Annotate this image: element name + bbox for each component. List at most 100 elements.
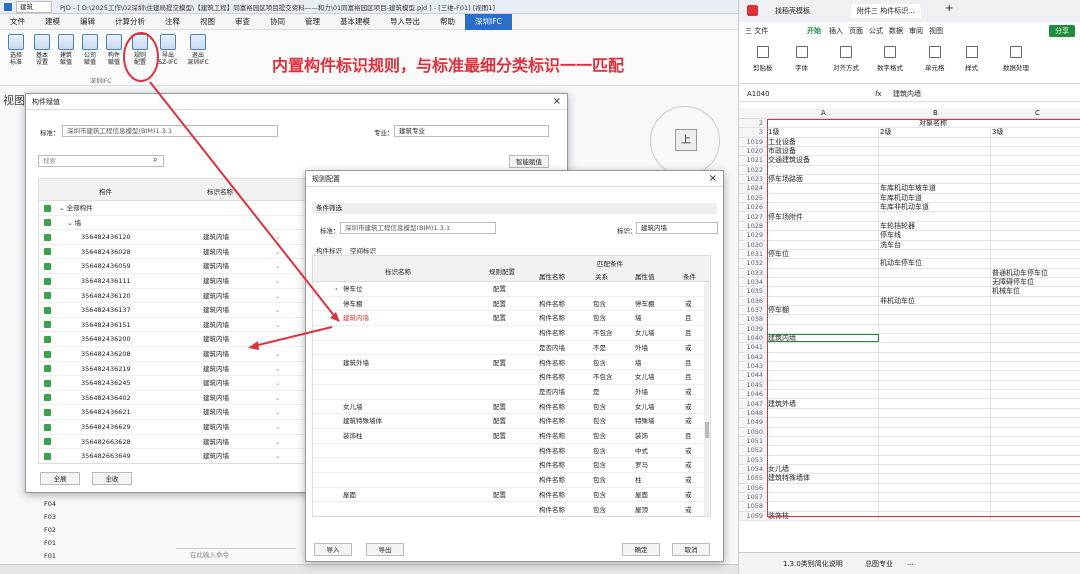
ribbon-button[interactable]: 公司 赋值 [78, 34, 102, 66]
chevron-down-icon[interactable]: ⌄ [275, 420, 280, 434]
chevron-down-icon[interactable]: ⌄ [275, 362, 280, 376]
identifier-name[interactable]: 建筑内墙 [203, 391, 229, 405]
chevron-down-icon[interactable]: ⌄ [275, 347, 280, 361]
identifier-name[interactable]: 建筑内墙 [203, 318, 229, 332]
excel-menu-item[interactable]: 公式 [869, 22, 883, 40]
sheet-tab[interactable]: 1.3.0类别简化说明 [783, 559, 843, 569]
chevron-down-icon[interactable]: ⌄ [275, 289, 280, 303]
chevron-down-icon[interactable]: ⌄ [275, 274, 280, 288]
tab-space[interactable]: 空间标识 [350, 245, 376, 255]
chevron-down-icon[interactable]: ⌄ [275, 405, 280, 419]
new-tab-icon[interactable]: + [945, 3, 953, 14]
rule-row[interactable]: 装饰柱 配置 构件名称 包含 装饰且 [313, 429, 710, 444]
ribbon-button[interactable]: 选择 标准 [4, 34, 28, 66]
chevron-down-icon[interactable]: ⌄ [275, 332, 280, 346]
chevron-down-icon[interactable]: ⌄ [275, 449, 280, 463]
rule-row[interactable]: 建筑外墙 配置 构件名称 包含墙且 [313, 356, 710, 371]
identifier-name[interactable]: 建筑内墙 [203, 420, 229, 434]
col-b[interactable]: B [933, 108, 938, 119]
rule-row[interactable]: 是否内墙 不是 外墙或 [313, 341, 710, 356]
identifier-name[interactable]: 建筑内墙 [203, 347, 229, 361]
excel-menu-item[interactable]: 开始 [807, 22, 821, 40]
excel-menu-item[interactable]: 三 文件 [745, 22, 768, 40]
ribbon-button[interactable]: 构件 赋值 [102, 34, 126, 66]
tab-document[interactable]: 附件三 构件标识... [851, 4, 921, 18]
import-button[interactable]: 导入 [314, 543, 352, 556]
cancel-button[interactable]: 取消 [672, 543, 710, 556]
checkbox[interactable] [44, 233, 51, 241]
sheet-tab[interactable]: 总图专业 [865, 559, 893, 569]
excel-menu-item[interactable]: 视图 [929, 22, 943, 40]
excel-tool-button[interactable]: 字体 [795, 46, 808, 72]
checkbox[interactable] [44, 438, 51, 446]
sheet-tab[interactable]: ... [907, 559, 914, 567]
close-icon[interactable]: × [709, 171, 717, 187]
excel-menu-item[interactable]: 插入 [829, 22, 843, 40]
identifier-name[interactable]: 建筑内墙 [203, 274, 229, 288]
chevron-down-icon[interactable]: ⌄ [275, 391, 280, 405]
export-button[interactable]: 导出 [366, 543, 404, 556]
ribbon-button[interactable]: 退出 深圳IFC [186, 34, 210, 66]
scrollbar[interactable] [704, 282, 710, 516]
col-a[interactable]: A [821, 108, 826, 119]
menu-item[interactable]: 编辑 [70, 14, 105, 30]
chevron-down-icon[interactable]: ⌄ [275, 245, 280, 259]
ribbon-button[interactable]: 建筑 赋值 [54, 34, 78, 66]
floor-item[interactable]: F01 [30, 550, 160, 563]
identifier-name[interactable]: 建筑内墙 [203, 303, 229, 317]
cell-reference[interactable]: A1040 [747, 86, 770, 102]
checkbox[interactable] [44, 321, 51, 329]
excel-menu-item[interactable]: 页面 [849, 22, 863, 40]
checkbox[interactable] [44, 423, 51, 431]
identifier-name[interactable]: 建筑内墙 [203, 289, 229, 303]
checkbox[interactable] [44, 408, 51, 416]
excel-tool-button[interactable]: 剪贴板 [753, 46, 773, 72]
view-selector[interactable]: 建筑 [16, 0, 52, 13]
floor-item[interactable]: F03 [30, 511, 160, 524]
sheet-grid[interactable]: 2 对象名称 3 1级 2级 3级 1019 工业设备 1020 市政设备 1021 交通… [739, 119, 1080, 549]
ok-button[interactable]: 确定 [622, 543, 660, 556]
rule-row[interactable]: 构件名称 包含 罗马或 [313, 458, 710, 474]
identifier-name[interactable]: 建筑内墙 [203, 449, 229, 463]
smart-assign-button[interactable]: 智能赋值 [509, 155, 549, 168]
chevron-down-icon[interactable]: ⌄ [275, 318, 280, 332]
floor-item[interactable]: F02 [30, 524, 160, 537]
menu-item[interactable]: 深圳IFC [465, 13, 512, 30]
menu-item[interactable]: 审查 [225, 14, 260, 30]
checkbox[interactable] [44, 335, 51, 343]
rule-row[interactable]: 构件名称 包含柱或 [313, 473, 710, 488]
rule-row[interactable]: 建筑内墙 配置 构件名称 包含墙且 [313, 311, 710, 327]
checkbox[interactable] [44, 394, 51, 402]
chevron-down-icon[interactable]: ⌄ [275, 435, 280, 449]
excel-tool-button[interactable]: 单元格 [925, 46, 945, 72]
checkbox[interactable] [44, 350, 51, 358]
collapse-all-button[interactable]: 全收 [92, 472, 132, 485]
checkbox[interactable] [44, 306, 51, 314]
menu-item[interactable]: 协同 [260, 14, 295, 30]
chevron-down-icon[interactable]: ⌄ [275, 230, 280, 244]
view-cube[interactable]: 上 [650, 106, 720, 176]
excel-tool-button[interactable]: 数据处理 [1003, 46, 1029, 72]
excel-menu-item[interactable]: 审阅 [909, 22, 923, 40]
view-cube-top[interactable]: 上 [675, 129, 697, 151]
identifier-name[interactable]: 建筑内墙 [203, 435, 229, 449]
menu-item[interactable]: 帮助 [430, 14, 465, 30]
major-select[interactable]: 建筑专业 [394, 125, 549, 137]
identifier-name[interactable]: 建筑内墙 [203, 362, 229, 376]
menu-item[interactable]: 建模 [35, 14, 70, 30]
checkbox[interactable] [44, 379, 51, 387]
menu-item[interactable]: 管理 [295, 14, 330, 30]
ribbon-button[interactable]: 基本 设置 [30, 34, 54, 66]
menu-item[interactable]: 导入导出 [380, 14, 430, 30]
expand-icon[interactable]: › [335, 282, 338, 296]
identifier-name[interactable]: 建筑内墙 [203, 259, 229, 273]
ident-input[interactable]: 建筑内墙 [636, 222, 718, 234]
rule-row[interactable]: 构件名称 不包含 女儿墙且 [313, 326, 710, 341]
close-icon[interactable]: × [553, 94, 561, 110]
excel-menu-item[interactable]: 数据 [889, 22, 903, 40]
floor-item[interactable]: F01 [30, 537, 160, 550]
menu-item[interactable]: 注释 [155, 14, 190, 30]
excel-tool-button[interactable]: 样式 [965, 46, 978, 72]
menu-item[interactable]: 视图 [190, 14, 225, 30]
chevron-down-icon[interactable]: ⌄ [275, 303, 280, 317]
